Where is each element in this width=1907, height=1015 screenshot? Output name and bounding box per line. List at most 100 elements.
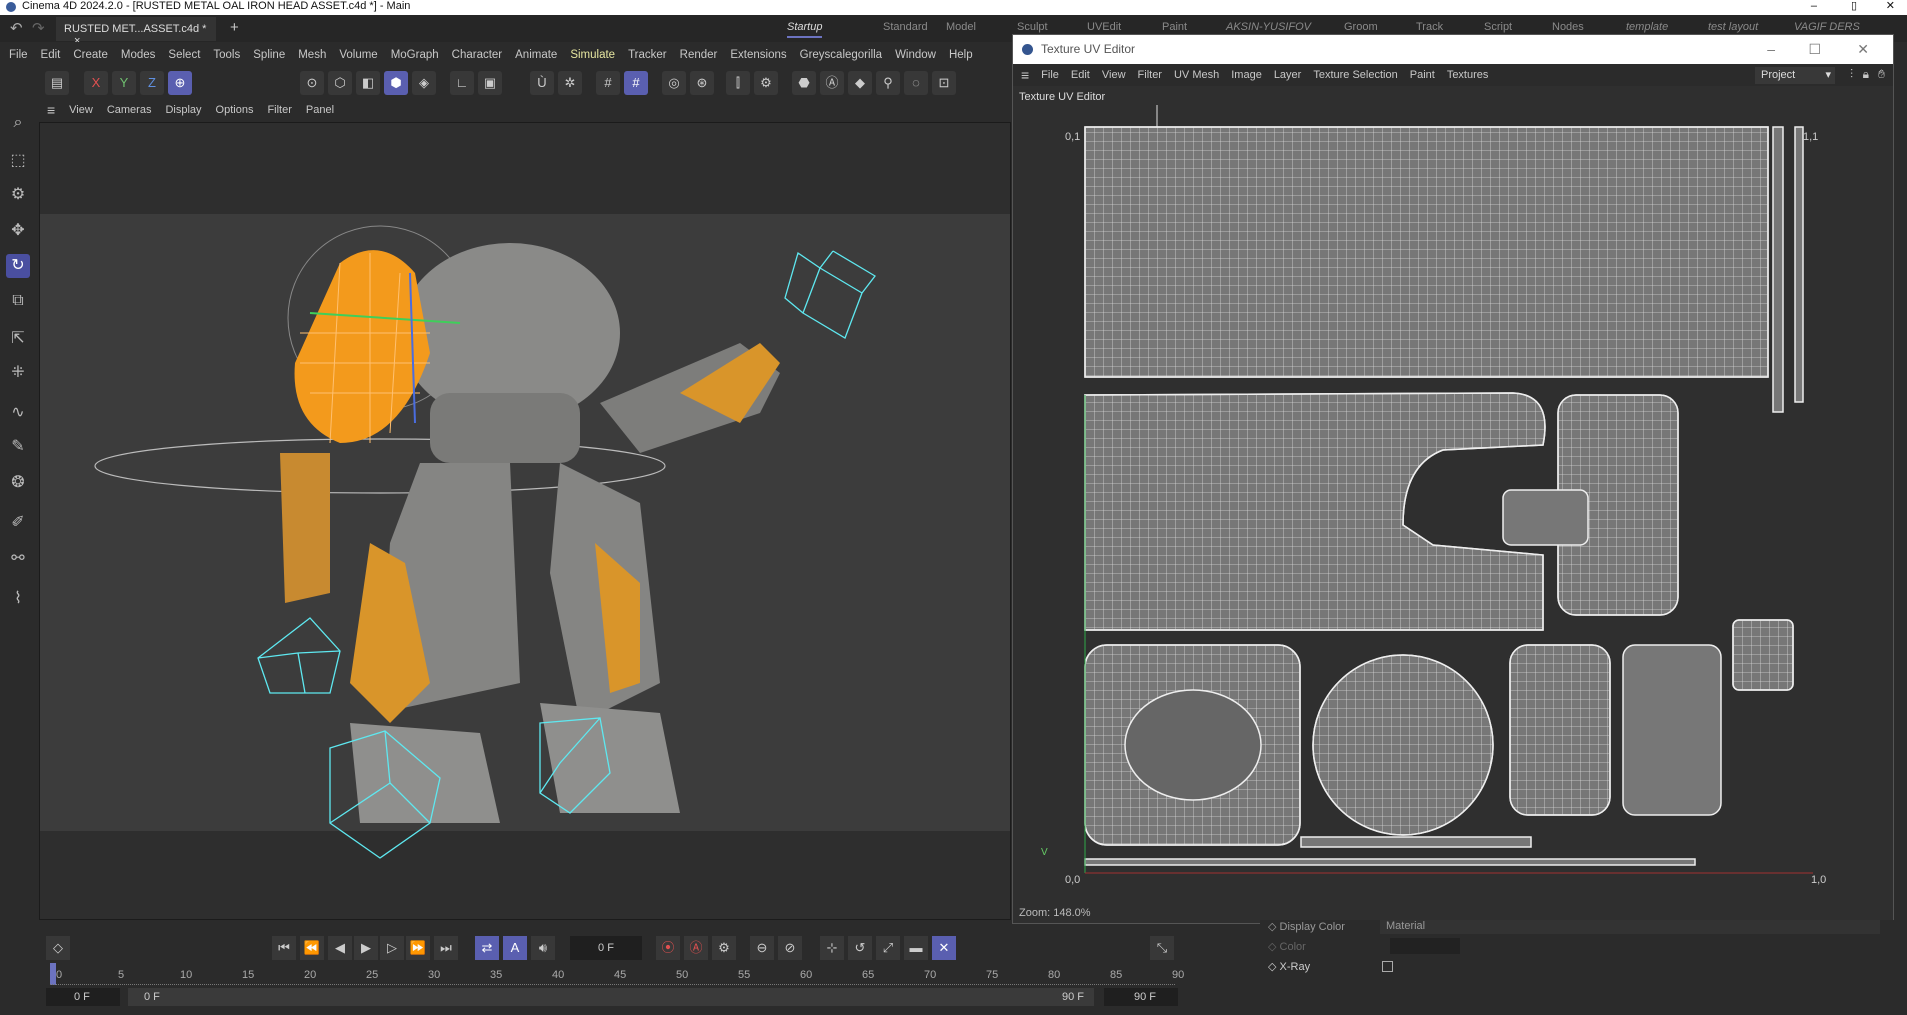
symmetry-settings-icon[interactable]: ⚙ [754,71,778,95]
document-tab[interactable]: RUSTED MET...ASSET.c4d * × [56,17,216,47]
workplane-icon[interactable]: ▣ [478,71,502,95]
z-axis-button[interactable]: Z [140,71,164,95]
menu-render[interactable]: Render [680,49,718,61]
object-manager-icon[interactable]: ▤ [45,71,69,95]
layout-tab-model[interactable]: Model [946,21,976,33]
menu-animate[interactable]: Animate [515,49,557,61]
menu-window[interactable]: Window [895,49,936,61]
sculpt-icon[interactable]: ⌇ [6,587,30,611]
toggle-icon[interactable]: ◌ [904,71,928,95]
layout-tab-nodes[interactable]: Nodes [1552,21,1584,33]
menu-help[interactable]: Help [949,49,973,61]
start-frame-field[interactable]: 0 F [46,988,120,1006]
snap-settings-icon[interactable]: ✲ [558,71,582,95]
spline-pen-icon[interactable]: ∿ [6,401,30,425]
layout-tab-paint[interactable]: Paint [1162,21,1187,33]
viewport-menu-panel[interactable]: Panel [306,104,334,116]
param-key-icon[interactable]: ▬ [904,936,928,960]
close-button[interactable]: ✕ [1886,0,1895,13]
subdivision-icon[interactable]: ◧ [356,71,380,95]
layout-tab-groom[interactable]: Groom [1344,21,1378,33]
workplane-snap-icon[interactable]: # [624,71,648,95]
polygon-mode-icon[interactable]: ❂ [6,471,30,495]
render-view-icon[interactable]: ◎ [662,71,686,95]
uv-menu-uv-mesh[interactable]: UV Mesh [1174,69,1219,81]
xray-checkbox[interactable] [1382,961,1393,972]
timeline-manager-icon[interactable]: ⤡ [1150,936,1174,960]
layout-tab-track[interactable]: Track [1416,21,1443,33]
move-tool-icon[interactable]: ✥ [6,219,30,243]
key-settings-icon[interactable]: ⚙ [712,936,736,960]
menu-greyscalegorilla[interactable]: Greyscalegorilla [800,49,882,61]
menu-modes[interactable]: Modes [121,49,156,61]
sound-icon[interactable]: 🔊︎ [531,936,555,960]
step-back-icon[interactable]: ◀ [328,936,352,960]
tool-settings-icon[interactable]: ⚙ [6,183,30,207]
menu-mograph[interactable]: MoGraph [391,49,439,61]
uv-menu-layer[interactable]: Layer [1274,69,1302,81]
step-forward-icon[interactable]: ▷ [380,936,404,960]
render-settings-icon[interactable]: ⊛ [690,71,714,95]
frame-range-slider[interactable]: 0 F 90 F [128,988,1094,1006]
menu-extensions[interactable]: Extensions [730,49,786,61]
motion-clip-icon[interactable]: ⊖ [750,936,774,960]
extra-icon[interactable]: ⊡ [932,71,956,95]
maximize-button[interactable]: ▯ [1851,0,1857,13]
cube-icon[interactable]: ⬡ [328,71,352,95]
robot-model[interactable] [40,123,1010,919]
pan-icon[interactable]: ✋︎ [1878,67,1885,82]
next-key-icon[interactable]: ⏩ [406,936,430,960]
3d-viewport[interactable] [39,122,1011,920]
transfer-tool-icon[interactable]: ⇱ [6,327,30,351]
viewport-menu-cameras[interactable]: Cameras [107,104,152,116]
greyscalegorilla-icon[interactable]: ◆ [848,71,872,95]
viewport-menu-options[interactable]: Options [216,104,254,116]
menu-spline[interactable]: Spline [253,49,285,61]
uv-menu-texture-selection[interactable]: Texture Selection [1313,69,1397,81]
go-to-end-icon[interactable]: ⏭ [434,936,458,960]
lock-icon[interactable]: 🔒︎ [1863,67,1869,82]
uv-menu-edit[interactable]: Edit [1071,69,1090,81]
spline-draw-icon[interactable]: ✎ [6,435,30,459]
layout-tab-vagif-ders[interactable]: VAGIF DERS [1794,21,1860,33]
display-color-select[interactable]: Material [1380,920,1880,934]
menu-select[interactable]: Select [168,49,200,61]
autokey-mode-icon[interactable]: A [503,936,527,960]
key-filter-icon[interactable]: ⊘ [778,936,802,960]
layout-tab-startup[interactable]: Startup [787,21,823,38]
world-coords-icon[interactable]: ⊕ [168,71,192,95]
layout-tab-template[interactable]: template [1626,21,1668,33]
layout-tab-aksin-yusifov[interactable]: AKSIN-YUSIFOV [1226,21,1311,33]
pla-key-icon[interactable]: ✕ [932,936,956,960]
loop-icon[interactable]: ⇄ [475,936,499,960]
uv-menu-paint[interactable]: Paint [1410,69,1435,81]
brush-icon[interactable]: ✐ [6,511,30,535]
new-tab-icon[interactable]: + [230,19,239,36]
layout-tab-script[interactable]: Script [1484,21,1512,33]
ai-icon[interactable]: Ⓐ [820,71,844,95]
uv-islands[interactable] [1084,126,1804,866]
minimize-button[interactable]: – [1811,0,1817,13]
hamburger-icon[interactable]: ≡ [47,102,55,118]
uv-close-button[interactable]: ✕ [1857,35,1869,64]
menu-file[interactable]: File [9,49,28,61]
end-frame-field[interactable]: 90 F [1104,988,1178,1006]
snap-magnet-icon[interactable]: Ù [530,71,554,95]
rotate-tool-icon[interactable]: ↻ [6,254,30,278]
model-mode-icon[interactable]: ⬢ [384,71,408,95]
layout-tab-test-layout[interactable]: test layout [1708,21,1758,33]
uv-menu-textures[interactable]: Textures [1447,69,1489,81]
color-swatch[interactable] [1390,938,1460,954]
menu-volume[interactable]: Volume [339,49,377,61]
material-icon[interactable]: ⬣ [792,71,816,95]
uv-menu-file[interactable]: File [1041,69,1059,81]
scale-key-icon[interactable]: ⤢ [876,936,900,960]
points-mode-icon[interactable]: ⁜ [6,361,30,385]
menu-mesh[interactable]: Mesh [298,49,326,61]
symmetry-icon[interactable]: ⫿ [726,71,750,95]
autokey-icon[interactable]: Ⓐ [684,936,708,960]
bar-chart-icon[interactable]: ⫶ [1850,67,1853,82]
viewport-menu-view[interactable]: View [69,104,93,116]
uv-maximize-button[interactable]: ☐ [1808,35,1821,64]
uv-minimize-button[interactable]: – [1767,35,1775,64]
